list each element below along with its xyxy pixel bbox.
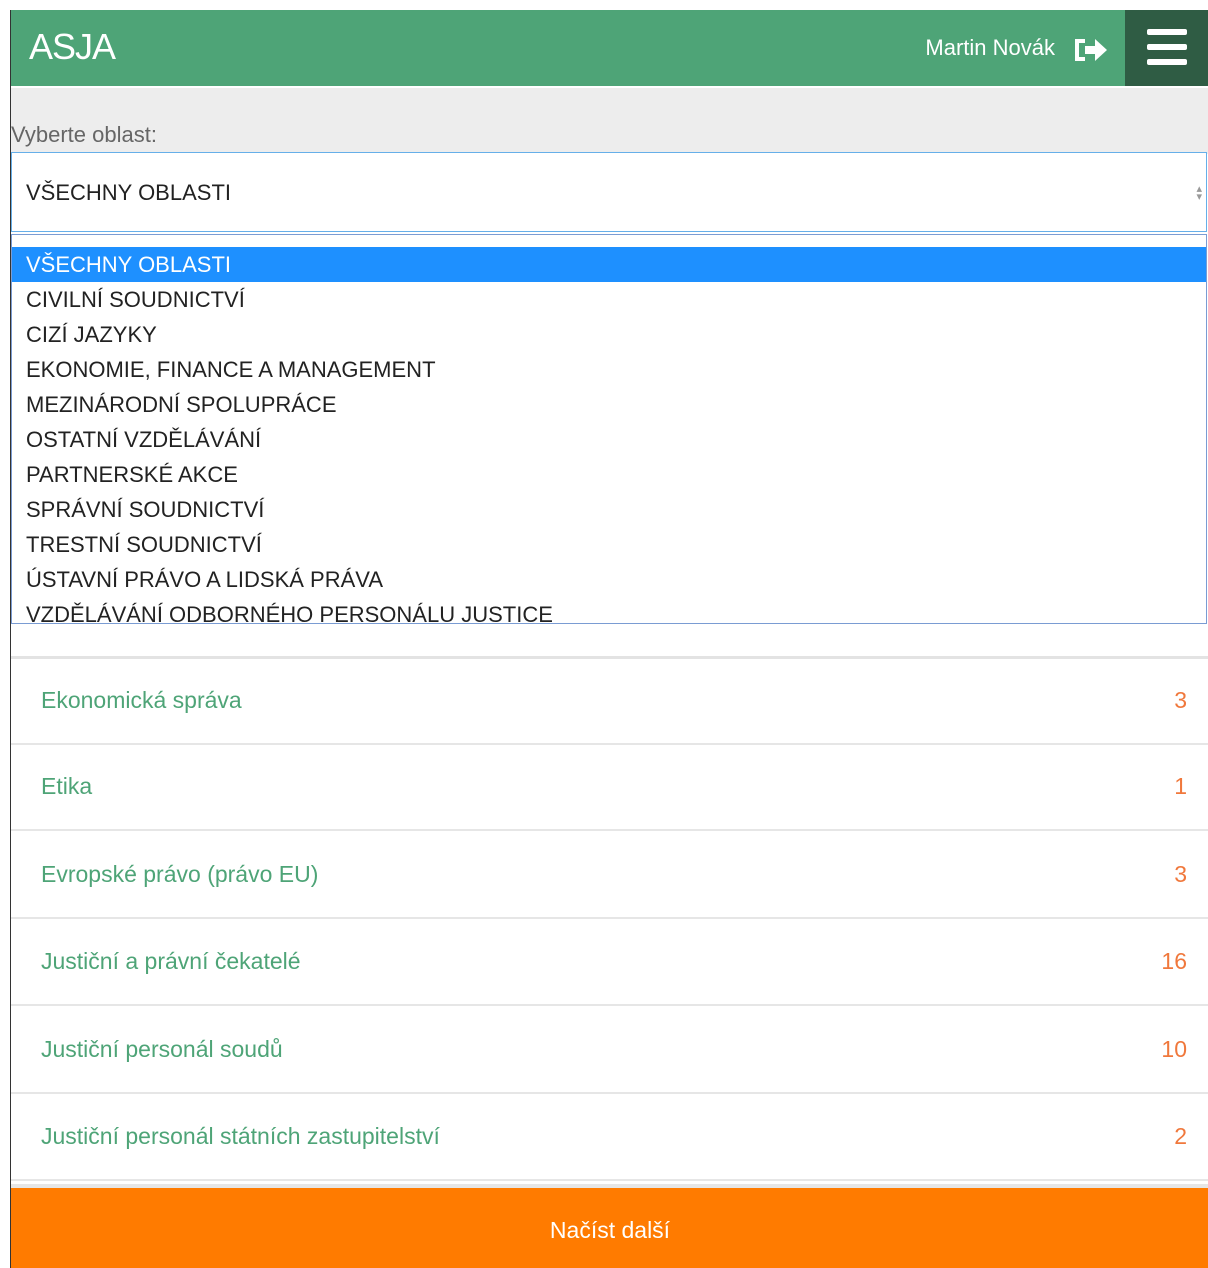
area-select[interactable]: VŠECHNY OBLASTI ▴ ▾ — [11, 152, 1207, 232]
dropdown-option-cizi-jazyky[interactable]: CIZÍ JAZYKY — [12, 317, 1206, 352]
topic-row[interactable]: Justiční personál soudů 10 — [11, 1008, 1208, 1094]
topic-count: 10 — [1161, 1036, 1187, 1062]
logout-icon[interactable] — [1071, 35, 1111, 65]
filter-background — [11, 88, 1208, 154]
dropdown-option-partnerske-akce[interactable]: PARTNERSKÉ AKCE — [12, 457, 1206, 492]
hamburger-menu-icon — [1147, 29, 1187, 35]
area-dropdown-list: VŠECHNY OBLASTI CIVILNÍ SOUDNICTVÍ CIZÍ … — [11, 234, 1207, 627]
dropdown-option-mezinarodni-spoluprace[interactable]: MEZINÁRODNÍ SPOLUPRÁCE — [12, 387, 1206, 422]
dropdown-option-vsechny-oblasti[interactable]: VŠECHNY OBLASTI — [12, 247, 1206, 282]
user-name[interactable]: Martin Novák — [925, 35, 1055, 61]
area-select-label: Vyberte oblast: — [11, 122, 157, 147]
topic-row[interactable]: Ekonomická správa 3 — [11, 659, 1208, 745]
dropdown-option-ustavni-pravo[interactable]: ÚSTAVNÍ PRÁVO A LIDSKÁ PRÁVA — [12, 562, 1206, 597]
dropdown-option-ostatni-vzdelavani[interactable]: OSTATNÍ VZDĚLÁVÁNÍ — [12, 422, 1206, 457]
app-frame: ASJA Martin Novák Vyberte oblast: VŠECHN… — [10, 10, 1208, 1268]
topic-count: 2 — [1174, 1123, 1187, 1149]
topic-label: Etika — [41, 773, 93, 799]
hamburger-menu-button[interactable] — [1125, 10, 1208, 86]
topic-count: 16 — [1161, 948, 1187, 974]
topic-row[interactable]: Justiční a právní čekatelé 16 — [11, 920, 1208, 1006]
topic-label: Justiční a právní čekatelé — [41, 948, 301, 974]
select-arrows-icon: ▴ ▾ — [1196, 183, 1202, 203]
topic-count: 1 — [1174, 773, 1187, 799]
topic-row[interactable]: Etika 1 — [11, 745, 1208, 831]
hamburger-bar — [1147, 59, 1187, 65]
dropdown-option-civilni-soudnictvi[interactable]: CIVILNÍ SOUDNICTVÍ — [12, 282, 1206, 317]
load-more-button[interactable]: Načíst další — [11, 1184, 1208, 1268]
app-header: ASJA Martin Novák — [11, 10, 1208, 86]
topic-row[interactable]: Justiční personál státních zastupitelstv… — [11, 1095, 1208, 1181]
topic-row-partial — [11, 624, 1208, 659]
topic-label: Evropské právo (právo EU) — [41, 861, 319, 887]
dropdown-option-ekonomie[interactable]: EKONOMIE, FINANCE A MANAGEMENT — [12, 352, 1206, 387]
topic-label: Justiční personál soudů — [41, 1036, 283, 1062]
topic-label: Ekonomická správa — [41, 687, 242, 713]
app-title[interactable]: ASJA — [29, 26, 116, 68]
dropdown-option-trestni-soudnictvi[interactable]: TRESTNÍ SOUDNICTVÍ — [12, 527, 1206, 562]
topic-row[interactable]: Evropské právo (právo EU) 3 — [11, 833, 1208, 919]
dropdown-option-spravni-soudnictvi[interactable]: SPRÁVNÍ SOUDNICTVÍ — [12, 492, 1206, 527]
topic-label: Justiční personál státních zastupitelstv… — [41, 1123, 440, 1149]
topic-count: 3 — [1174, 687, 1187, 713]
hamburger-bar — [1147, 44, 1187, 50]
area-select-value: VŠECHNY OBLASTI — [26, 180, 231, 205]
topic-count: 3 — [1174, 861, 1187, 887]
